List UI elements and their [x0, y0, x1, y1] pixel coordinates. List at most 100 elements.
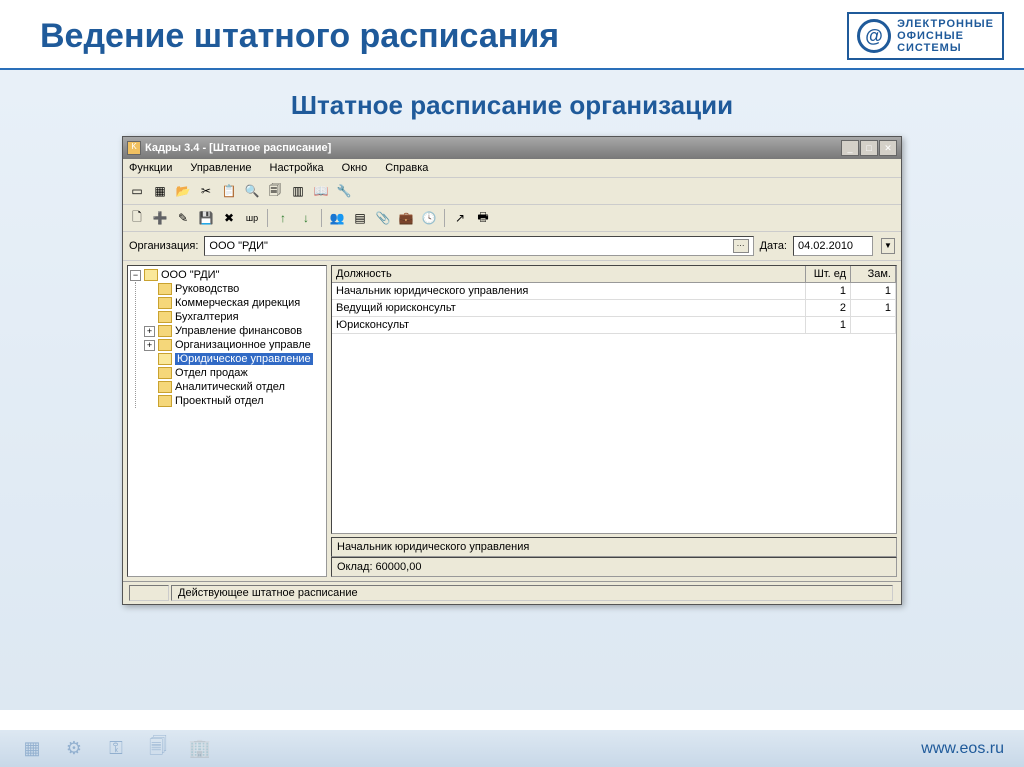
menu-management[interactable]: Управление — [188, 161, 253, 175]
logo-icon: @ — [857, 19, 891, 53]
doc-icon[interactable]: 🗐 — [265, 181, 285, 201]
folder-icon — [158, 311, 172, 323]
separator — [321, 209, 322, 227]
org-lookup-button[interactable]: ··· — [733, 239, 749, 253]
folder-icon — [158, 325, 172, 337]
tree-item-label: Организационное управле — [175, 339, 311, 351]
delete-icon[interactable]: ✖ — [219, 208, 239, 228]
menu-help[interactable]: Справка — [383, 161, 430, 175]
tree-item-label: Коммерческая дирекция — [175, 297, 300, 309]
folder-open-icon — [144, 269, 158, 281]
logo: @ ЭЛЕКТРОННЫЕ ОФИСНЫЕ СИСТЕМЫ — [847, 12, 1004, 60]
footer-url: www.eos.ru — [921, 740, 1004, 758]
save-icon[interactable]: 💾 — [196, 208, 216, 228]
tree-item[interactable]: + Управление финансовов — [144, 324, 324, 338]
table-row[interactable]: Ведущий юрисконсульт21 — [332, 300, 896, 317]
cell-count: 1 — [806, 317, 851, 333]
footer-grid-icon: ▦ — [20, 737, 44, 761]
logo-line2: ОФИСНЫЕ — [897, 30, 994, 42]
filter-row: Организация: ООО "РДИ" ··· Дата: 04.02.2… — [123, 232, 901, 261]
slide-subtitle: Штатное расписание организации — [50, 90, 974, 121]
statusbar: Действующее штатное расписание — [123, 581, 901, 604]
tool-icon[interactable]: 🔧 — [334, 181, 354, 201]
slide-title: Ведение штатного расписания — [40, 17, 847, 56]
date-label: Дата: — [760, 240, 787, 252]
tree-root[interactable]: − ООО "РДИ" — [130, 268, 324, 282]
tree-root-label: ООО "РДИ" — [161, 269, 220, 281]
minimize-button[interactable]: _ — [841, 140, 859, 156]
add-icon[interactable]: ➕ — [150, 208, 170, 228]
table-row[interactable]: Юрисконсульт1 — [332, 317, 896, 334]
book-icon[interactable]: 📖 — [311, 181, 331, 201]
open-icon[interactable]: 📂 — [173, 181, 193, 201]
slide-footer: ▦ ⚙ ⚿ 🗐 🏢 www.eos.ru — [0, 729, 1024, 767]
people-icon[interactable]: 👥 — [327, 208, 347, 228]
toolbar-2: 🗋 ➕ ✎ 💾 ✖ шр ↑ ↓ 👥 ▤ 📎 💼 🕓 ↗ 🖶 — [123, 205, 901, 232]
org-input[interactable]: ООО "РДИ" ··· — [204, 236, 753, 256]
tree-item-label: Бухгалтерия — [175, 311, 239, 323]
logo-line1: ЭЛЕКТРОННЫЕ — [897, 18, 994, 30]
positions-grid[interactable]: Должность Шт. ед Зам. Начальник юридичес… — [331, 265, 897, 534]
tree-item[interactable]: Отдел продаж — [144, 366, 324, 380]
up-arrow-icon[interactable]: ↑ — [273, 208, 293, 228]
tree-item-label: Отдел продаж — [175, 367, 248, 379]
menu-window[interactable]: Окно — [340, 161, 370, 175]
tree-item[interactable]: Юридическое управление — [144, 352, 324, 366]
date-dropdown-button[interactable]: ▼ — [881, 238, 895, 254]
expand-icon[interactable]: + — [144, 340, 155, 351]
cell-position: Юрисконсульт — [332, 317, 806, 333]
edit-icon[interactable]: ✎ — [173, 208, 193, 228]
grid-icon[interactable]: ▦ — [150, 181, 170, 201]
print-icon[interactable]: 🖶 — [473, 208, 493, 228]
maximize-button[interactable]: □ — [860, 140, 878, 156]
titlebar[interactable]: K Кадры 3.4 - [Штатное расписание] _ □ ✕ — [123, 137, 901, 159]
text-icon[interactable]: шр — [242, 208, 262, 228]
briefcase-icon[interactable]: 💼 — [396, 208, 416, 228]
close-button[interactable]: ✕ — [879, 140, 897, 156]
calendar-icon[interactable]: ▥ — [288, 181, 308, 201]
folder-icon — [158, 283, 172, 295]
expand-icon[interactable]: + — [144, 326, 155, 337]
toolbar-1: ▭ ▦ 📂 ✂ 📋 🔍 🗐 ▥ 📖 🔧 — [123, 178, 901, 205]
tree-item[interactable]: Аналитический отдел — [144, 380, 324, 394]
folder-icon — [158, 395, 172, 407]
col-count[interactable]: Шт. ед — [806, 266, 851, 282]
cut-icon[interactable]: ✂ — [196, 181, 216, 201]
folder-icon — [158, 297, 172, 309]
col-position[interactable]: Должность — [332, 266, 806, 282]
folder-icon — [158, 367, 172, 379]
card-icon[interactable]: ▭ — [127, 181, 147, 201]
tree-item-label: Управление финансовов — [175, 325, 302, 337]
menu-functions[interactable]: Функции — [127, 161, 174, 175]
tree-item[interactable]: Бухгалтерия — [144, 310, 324, 324]
separator — [267, 209, 268, 227]
cell-position: Начальник юридического управления — [332, 283, 806, 299]
tree-item[interactable]: Руководство — [144, 282, 324, 296]
tree-item[interactable]: Коммерческая дирекция — [144, 296, 324, 310]
date-input[interactable]: 04.02.2010 — [793, 236, 873, 256]
down-arrow-icon[interactable]: ↓ — [296, 208, 316, 228]
menu-settings[interactable]: Настройка — [268, 161, 326, 175]
attach-icon[interactable]: 📎 — [373, 208, 393, 228]
cell-position: Ведущий юрисконсульт — [332, 300, 806, 316]
tree-item-label: Юридическое управление — [175, 353, 313, 365]
table-row[interactable]: Начальник юридического управления11 — [332, 283, 896, 300]
paste-icon[interactable]: 📋 — [219, 181, 239, 201]
cell-count: 2 — [806, 300, 851, 316]
org-tree[interactable]: − ООО "РДИ" Руководство Коммерческая дире… — [127, 265, 327, 577]
new-icon[interactable]: 🗋 — [127, 208, 147, 228]
col-sub[interactable]: Зам. — [851, 266, 896, 282]
collapse-icon[interactable]: − — [130, 270, 141, 281]
app-icon: K — [127, 141, 141, 155]
clock-icon[interactable]: 🕓 — [419, 208, 439, 228]
export-icon[interactable]: ↗ — [450, 208, 470, 228]
folder-icon — [158, 353, 172, 365]
report-icon[interactable]: ▤ — [350, 208, 370, 228]
status-text: Действующее штатное расписание — [171, 585, 893, 601]
tree-item[interactable]: Проектный отдел — [144, 394, 324, 408]
footer-building-icon: 🏢 — [188, 737, 212, 761]
tree-item[interactable]: + Организационное управле — [144, 338, 324, 352]
footer-key-icon: ⚿ — [104, 737, 128, 761]
search-icon[interactable]: 🔍 — [242, 181, 262, 201]
tree-item-label: Руководство — [175, 283, 239, 295]
